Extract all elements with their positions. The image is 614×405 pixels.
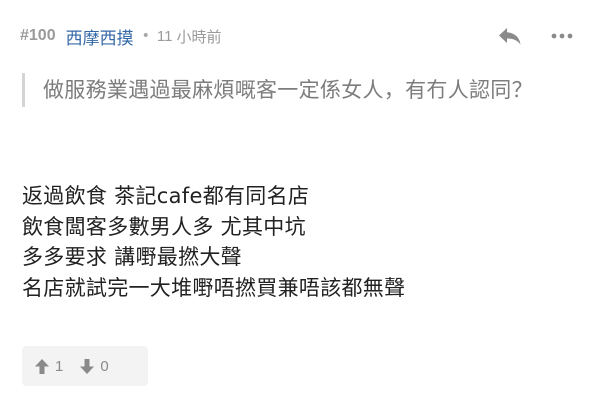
- meta-separator: •: [141, 28, 150, 44]
- quoted-post: 做服務業遇過最麻煩嘅客一定係女人，有冇人認同？: [22, 73, 582, 107]
- thumb-up-icon: [34, 358, 50, 375]
- reply-button[interactable]: [496, 22, 524, 50]
- post-card: #100 西摩西摸 • 11 小時前 做服務業遇過最麻煩嘅客一定係女人，有冇人認…: [0, 0, 614, 405]
- reply-icon: [498, 26, 522, 46]
- content-line: 返過飲食 茶記cafe都有同名店: [22, 184, 310, 208]
- post-time-unit: 小時前: [176, 27, 222, 46]
- post-header: #100 西摩西摸 • 11 小時前: [20, 22, 594, 50]
- username-link[interactable]: 西摩西摸: [66, 24, 134, 49]
- content-line: 多多要求 講嘢最撚大聲: [22, 245, 242, 269]
- vote-bar: 1 0: [22, 346, 148, 386]
- more-options-button[interactable]: [548, 22, 576, 50]
- header-actions: [496, 22, 576, 50]
- downvote-count: 0: [100, 357, 109, 375]
- downvote-button[interactable]: 0: [79, 357, 109, 375]
- content-line: 飲食闆客多數男人多 尤其中坑: [22, 214, 306, 239]
- thumb-down-icon: [79, 358, 95, 375]
- more-icon: [551, 33, 573, 39]
- post-content: 返過飲食 茶記cafe都有同名店 飲食闆客多數男人多 尤其中坑 多多要求 講嘢最…: [22, 181, 592, 303]
- upvote-button[interactable]: 1: [34, 358, 63, 375]
- post-time-value: 11: [156, 27, 173, 45]
- content-line: 名店就試完一大堆嘢唔撚買兼唔該都無聲: [22, 275, 406, 300]
- upvote-count: 1: [55, 357, 64, 375]
- quote-text: 做服務業遇過最麻煩嘅客一定係女人，有冇人認同？: [43, 78, 533, 102]
- floor-number: #100: [20, 27, 56, 44]
